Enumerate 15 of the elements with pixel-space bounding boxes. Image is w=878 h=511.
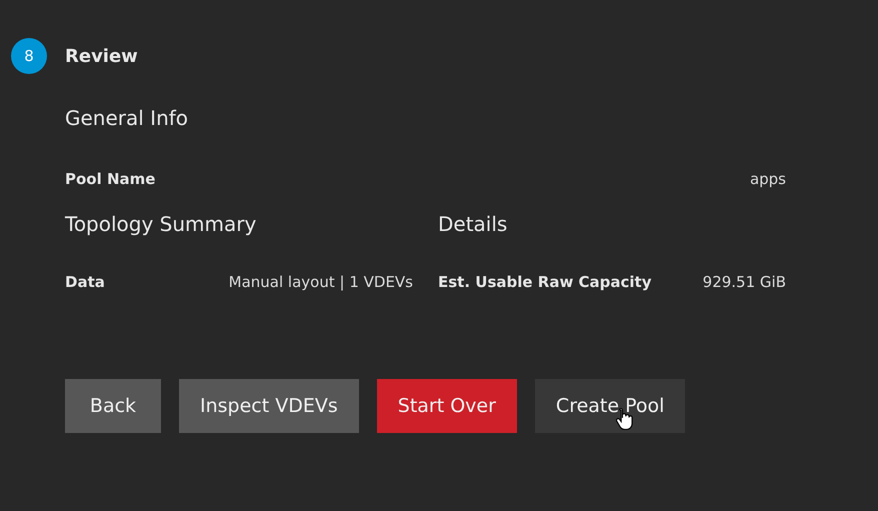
field-value: apps <box>750 170 786 188</box>
action-button[interactable]: Start Over <box>376 379 517 433</box>
step-title: Review <box>65 46 138 66</box>
field-label: Est. Usable Raw Capacity <box>438 273 652 291</box>
step-number-badge: 8 <box>11 38 47 74</box>
action-button[interactable]: Create Pool <box>534 379 686 433</box>
section-heading: Topology Summary <box>65 212 258 236</box>
field-label: Pool Name <box>65 170 156 188</box>
field-value: Manual layout | 1 VDEVs <box>228 273 413 291</box>
field-label: Data <box>65 273 105 291</box>
action-button[interactable]: Inspect VDEVs <box>179 379 359 433</box>
action-button[interactable]: Back <box>65 379 161 433</box>
section-heading: Details <box>438 212 508 236</box>
field-value: 929.51 GiB <box>702 273 786 291</box>
section-heading: General Info <box>65 106 190 130</box>
